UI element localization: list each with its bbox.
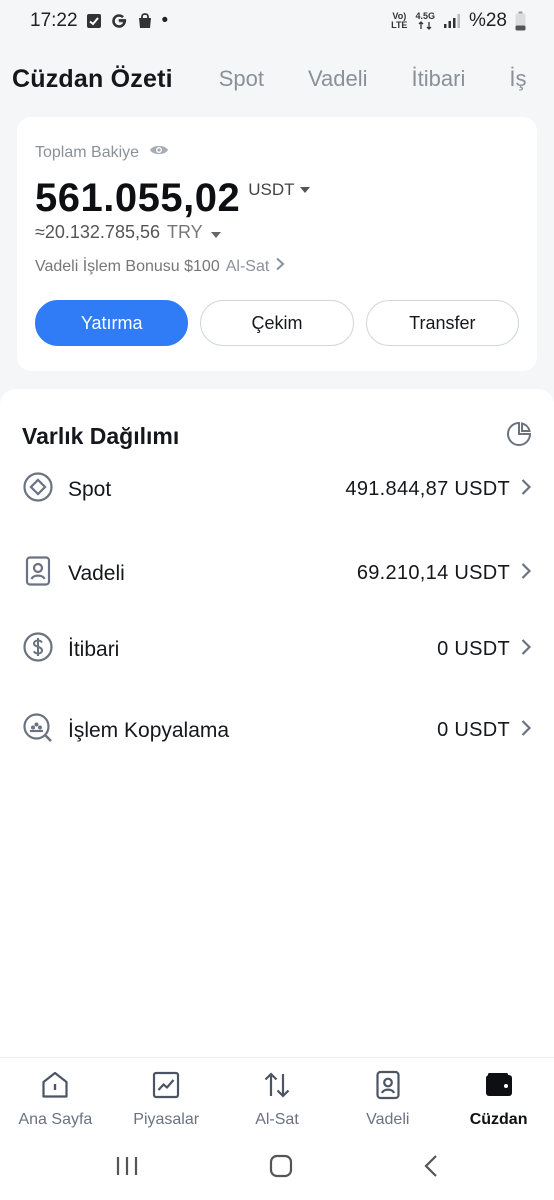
approx-balance-value: ≈20.132.785,56 [35, 222, 160, 242]
asset-name: İtibari [68, 637, 120, 661]
nav-label: Cüzdan [469, 1111, 528, 1128]
futures-bonus-text: Vadeli İşlem Bonusu $100 [35, 257, 220, 275]
nav-markets[interactable]: Piyasalar [111, 1058, 222, 1137]
copy-trading-icon [22, 712, 54, 749]
asset-distribution-title: Varlık Dağılımı [22, 422, 180, 449]
asset-value: 0 USDT [437, 719, 510, 741]
asset-row-left: İşlem Kopyalama [22, 712, 229, 749]
volte-icon: Vo) LTE [391, 12, 407, 30]
status-right: Vo) LTE 4.5G %28 [391, 10, 526, 32]
nav-label: Vadeli [366, 1111, 410, 1128]
caret-down-icon [300, 187, 311, 193]
recent-apps-icon[interactable] [115, 1155, 139, 1182]
status-dot: • [161, 10, 169, 31]
status-left: 17:22 • [30, 10, 168, 32]
asset-row-left: İtibari [22, 631, 119, 668]
volte-bottom-text: LTE [391, 20, 408, 30]
asset-row-fiat[interactable]: İtibari 0 USDT [22, 631, 532, 668]
asset-value: 491.844,87 USDT [345, 478, 510, 500]
nav-label: Piyasalar [133, 1111, 200, 1128]
bonus-trade-link[interactable]: Al-Sat [226, 258, 270, 276]
asset-name: İşlem Kopyalama [68, 718, 230, 742]
chart-line-icon [151, 1070, 181, 1105]
asset-row-right: 69.210,14 USDT [357, 562, 532, 585]
tab-fiat[interactable]: İtibari [412, 66, 466, 92]
approx-currency-selector[interactable]: TRY [167, 222, 222, 243]
asset-row-copy-trading[interactable]: İşlem Kopyalama 0 USDT [22, 712, 532, 749]
dollar-icon [22, 631, 54, 668]
shopping-bag-icon [136, 12, 154, 30]
chevron-right-icon [520, 638, 532, 661]
futures-icon [22, 555, 54, 592]
chevron-right-icon [275, 257, 285, 276]
system-nav-bar [0, 1137, 554, 1200]
chevron-right-icon [520, 719, 532, 742]
status-time: 17:22 [30, 10, 78, 31]
swap-arrows-icon [262, 1070, 292, 1105]
balance-currency-selector[interactable]: USDT [248, 180, 311, 200]
status-bar: 17:22 • Vo) LTE 4.5G %28 [0, 0, 554, 42]
back-icon[interactable] [423, 1154, 439, 1183]
asset-row-left: Spot [22, 471, 111, 508]
nav-wallet[interactable]: Cüzdan [443, 1058, 554, 1137]
nav-trade[interactable]: Al-Sat [222, 1058, 333, 1137]
futures-bonus-row[interactable]: Vadeli İşlem Bonusu $100 Al-Sat [35, 257, 519, 276]
tab-futures[interactable]: Vadeli [308, 66, 368, 92]
asset-row-futures[interactable]: Vadeli 69.210,14 USDT [22, 555, 532, 592]
transfer-button[interactable]: Transfer [365, 300, 519, 346]
asset-row-spot[interactable]: Spot 491.844,87 USDT [22, 471, 532, 508]
signal-icon [443, 13, 461, 29]
asset-row-right: 491.844,87 USDT [345, 478, 532, 501]
total-balance-value: 561.055,02 [35, 176, 241, 220]
asset-name: Vadeli [68, 561, 125, 585]
wallet-tabs: Cüzdan Özeti Spot Vadeli İtibari İş [0, 56, 554, 102]
total-balance-label: Toplam Bakiye [35, 143, 140, 161]
withdraw-button[interactable]: Çekim [200, 300, 354, 346]
eye-icon[interactable] [149, 143, 169, 162]
nav-home[interactable]: Ana Sayfa [0, 1058, 111, 1137]
approx-currency: TRY [167, 222, 203, 242]
network-type-icon: 4.5G [415, 12, 435, 30]
balance-currency: USDT [248, 180, 295, 199]
asset-value: 0 USDT [437, 638, 510, 660]
checkbox-notification-icon [86, 13, 102, 29]
home-button-icon[interactable] [269, 1154, 293, 1183]
asset-name: Spot [68, 477, 112, 501]
caret-down-icon [211, 232, 222, 238]
home-icon [40, 1070, 70, 1105]
nav-label: Al-Sat [255, 1111, 299, 1128]
asset-distribution-header: Varlık Dağılımı [22, 389, 532, 479]
tab-copy-trading[interactable]: İş [509, 66, 526, 92]
asset-row-right: 0 USDT [437, 638, 532, 661]
tab-spot[interactable]: Spot [219, 66, 264, 92]
chevron-right-icon [520, 562, 532, 585]
balance-actions: Yatırma Çekim Transfer [35, 300, 519, 346]
google-icon [110, 12, 128, 30]
spot-icon [22, 471, 54, 508]
tab-wallet-overview[interactable]: Cüzdan Özeti [12, 65, 173, 94]
asset-row-right: 0 USDT [437, 719, 532, 742]
asset-row-left: Vadeli [22, 555, 125, 592]
asset-value: 69.210,14 USDT [356, 562, 510, 584]
pie-chart-icon[interactable] [506, 421, 532, 452]
chevron-right-icon [520, 478, 532, 501]
total-balance-row: 561.055,02 USDT [35, 176, 519, 220]
network-type-text: 4.5G [415, 11, 435, 21]
balance-card: Toplam Bakiye 561.055,02 USDT ≈20.132.78… [17, 117, 537, 371]
battery-icon [515, 11, 526, 31]
asset-distribution: Varlık Dağılımı Spot 491.844,87 USDT Vad… [0, 389, 554, 1057]
wallet-icon [484, 1070, 514, 1105]
nav-label: Ana Sayfa [18, 1111, 93, 1128]
futures-icon [373, 1070, 403, 1105]
bottom-nav: Ana Sayfa Piyasalar Al-Sat Vadeli Cüzdan [0, 1057, 554, 1137]
approx-balance-row: ≈20.132.785,56 TRY [35, 222, 519, 243]
nav-futures[interactable]: Vadeli [332, 1058, 443, 1137]
total-balance-label-row: Toplam Bakiye [35, 143, 519, 162]
deposit-button[interactable]: Yatırma [35, 300, 189, 346]
battery-percent: %28 [468, 10, 507, 31]
